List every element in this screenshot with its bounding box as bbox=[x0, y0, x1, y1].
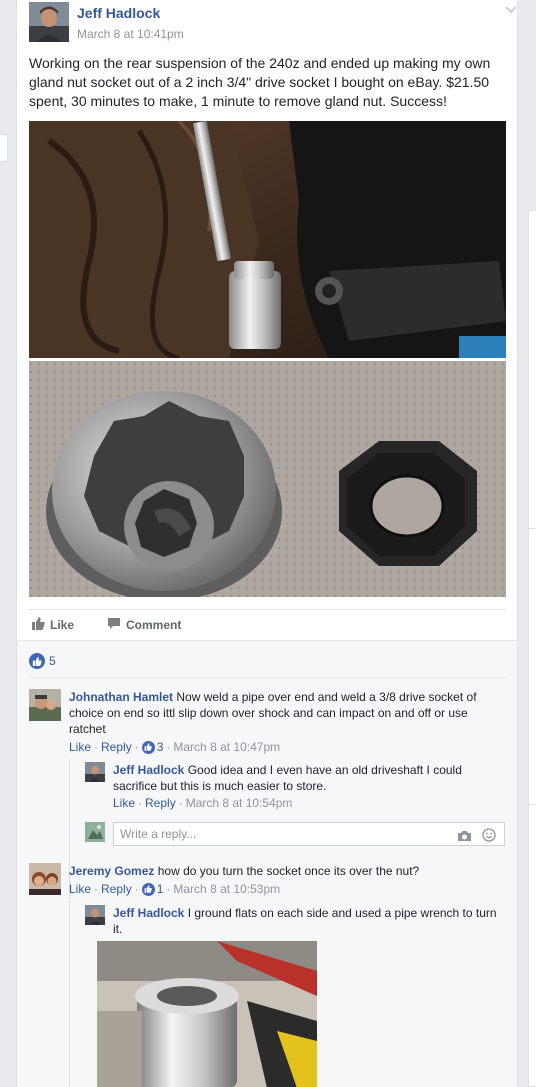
reply: Jeff Hadlock Good idea and I even have a… bbox=[85, 762, 505, 812]
right-panel-divider bbox=[528, 804, 536, 805]
commenter-name-link[interactable]: Johnathan Hamlet bbox=[69, 690, 173, 704]
comment-text-block: Johnathan Hamlet Now weld a pipe over en… bbox=[69, 689, 499, 737]
thumbs-up-icon bbox=[141, 882, 155, 896]
thumbs-up-icon bbox=[31, 617, 45, 633]
reply-author-name-link[interactable]: Jeff Hadlock bbox=[113, 906, 184, 920]
post-author-link[interactable]: Jeff Hadlock bbox=[77, 5, 160, 21]
commenter-name-link[interactable]: Jeremy Gomez bbox=[69, 864, 154, 878]
feed-post: Jeff Hadlock March 8 at 10:41pm Working … bbox=[16, 0, 518, 1087]
meta-separator: · bbox=[94, 740, 99, 754]
commenter-avatar[interactable] bbox=[29, 863, 61, 895]
reply-timestamp[interactable]: March 8 at 10:54pm bbox=[186, 796, 293, 810]
post-header: Jeff Hadlock March 8 at 10:41pm bbox=[29, 2, 517, 42]
like-button[interactable]: Like bbox=[31, 617, 74, 633]
reply-input-icons bbox=[457, 827, 496, 849]
post-photo-socket-on-suspension[interactable] bbox=[29, 121, 506, 358]
reply-composer: Write a reply... bbox=[85, 822, 505, 846]
reply-text-block: Jeff Hadlock Good idea and I even have a… bbox=[113, 762, 499, 794]
comment-timestamp[interactable]: March 8 at 10:53pm bbox=[173, 882, 280, 896]
reply-author-avatar[interactable] bbox=[85, 905, 105, 925]
reaction-count: 5 bbox=[49, 654, 56, 668]
left-panel-edge bbox=[0, 134, 8, 162]
reply-thread-line bbox=[69, 901, 70, 1087]
comment-reply-link[interactable]: Reply bbox=[101, 740, 132, 754]
comment-button[interactable]: Comment bbox=[107, 617, 181, 633]
meta-separator: · bbox=[134, 882, 139, 896]
meta-separator: · bbox=[138, 796, 143, 810]
like-reaction-icon bbox=[29, 653, 45, 669]
left-gutter bbox=[0, 0, 16, 1087]
reply-text-block: Jeff Hadlock I ground flats on each side… bbox=[113, 905, 499, 937]
reply-meta: Like · Reply · March 8 at 10:54pm bbox=[113, 796, 292, 810]
reply-like-link[interactable]: Like bbox=[113, 796, 135, 810]
actions-divider bbox=[29, 609, 506, 610]
comments-section: 5 Johnathan Hamlet Now weld a pipe over … bbox=[17, 640, 517, 1087]
comment-like-count[interactable]: 1 bbox=[157, 882, 164, 896]
comment-text-block: Jeremy Gomez how do you turn the socket … bbox=[69, 863, 499, 879]
smiley-icon[interactable] bbox=[482, 827, 496, 849]
like-button-label: Like bbox=[50, 618, 75, 632]
reply-author-avatar[interactable] bbox=[85, 762, 105, 782]
comment-meta: Like · Reply · 3 · March 8 at 10:47pm bbox=[69, 740, 280, 754]
comment-like-count[interactable]: 3 bbox=[157, 740, 164, 754]
right-panel-edge bbox=[528, 210, 536, 1087]
right-panel-divider bbox=[528, 528, 536, 529]
reply-input-placeholder: Write a reply... bbox=[120, 827, 197, 841]
reply-author-name-link[interactable]: Jeff Hadlock bbox=[113, 763, 184, 777]
meta-separator: · bbox=[94, 882, 99, 896]
comment-like-link[interactable]: Like bbox=[69, 882, 91, 896]
comment-meta: Like · Reply · 1 · March 8 at 10:53pm bbox=[69, 882, 280, 896]
reply-photo-socket[interactable] bbox=[97, 941, 317, 1087]
comment-like-link[interactable]: Like bbox=[69, 740, 91, 754]
reactions-divider bbox=[29, 677, 505, 678]
post-timestamp[interactable]: March 8 at 10:41pm bbox=[77, 27, 184, 41]
comment-timestamp[interactable]: March 8 at 10:47pm bbox=[173, 740, 280, 754]
reply-reply-link[interactable]: Reply bbox=[145, 796, 176, 810]
comment-reply-link[interactable]: Reply bbox=[101, 882, 132, 896]
comment-button-label: Comment bbox=[126, 618, 182, 632]
reply-input[interactable]: Write a reply... bbox=[113, 822, 505, 846]
meta-separator: · bbox=[134, 740, 139, 754]
author-avatar[interactable] bbox=[29, 2, 69, 42]
camera-icon[interactable] bbox=[457, 827, 472, 849]
meta-separator: · bbox=[178, 796, 183, 810]
meta-separator: · bbox=[166, 882, 171, 896]
meta-separator: · bbox=[166, 740, 171, 754]
comment-bubble-icon bbox=[107, 617, 121, 633]
right-gutter bbox=[518, 0, 536, 1087]
post-photo-socket-and-gland-nut[interactable] bbox=[29, 361, 506, 597]
comment-text: how do you turn the socket once its over… bbox=[157, 864, 420, 878]
thumbs-up-icon bbox=[141, 740, 155, 754]
post-actions-bar: Like Comment bbox=[29, 612, 506, 638]
post-body-text: Working on the rear suspension of the 24… bbox=[29, 55, 491, 109]
chevron-down-icon[interactable] bbox=[505, 4, 517, 16]
commenter-avatar[interactable] bbox=[29, 689, 61, 721]
reactions-summary[interactable]: 5 bbox=[29, 653, 56, 669]
viewer-avatar bbox=[85, 822, 105, 842]
